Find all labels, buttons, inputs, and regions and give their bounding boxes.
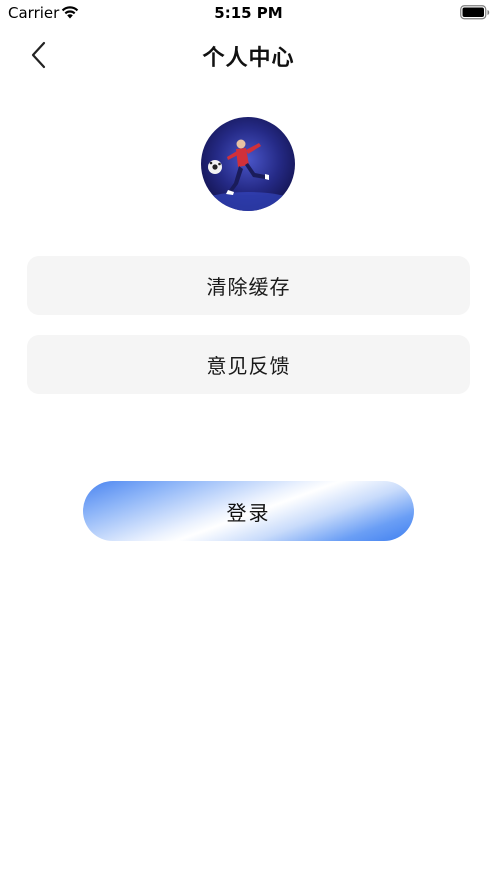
page-title: 个人中心 <box>202 46 295 71</box>
login-button[interactable]: 登录 <box>83 481 414 541</box>
avatar[interactable] <box>201 117 295 211</box>
feedback-label: 意见反馈 <box>206 354 291 378</box>
avatar-image <box>201 139 295 211</box>
status-bar: Carrier 5:15 PM <box>0 0 497 26</box>
feedback-button[interactable]: 意见反馈 <box>27 335 470 394</box>
battery-icon <box>460 5 490 20</box>
login-label: 登录 <box>226 500 271 525</box>
status-time: 5:15 PM <box>214 4 283 22</box>
profile-screen: Carrier 5:15 PM 个人中心 清除缓存 意见反馈 登录 <box>0 0 497 883</box>
clear-cache-label: 清除缓存 <box>206 275 291 299</box>
clear-cache-button[interactable]: 清除缓存 <box>27 256 470 315</box>
navigation-bar: 个人中心 <box>0 30 497 78</box>
